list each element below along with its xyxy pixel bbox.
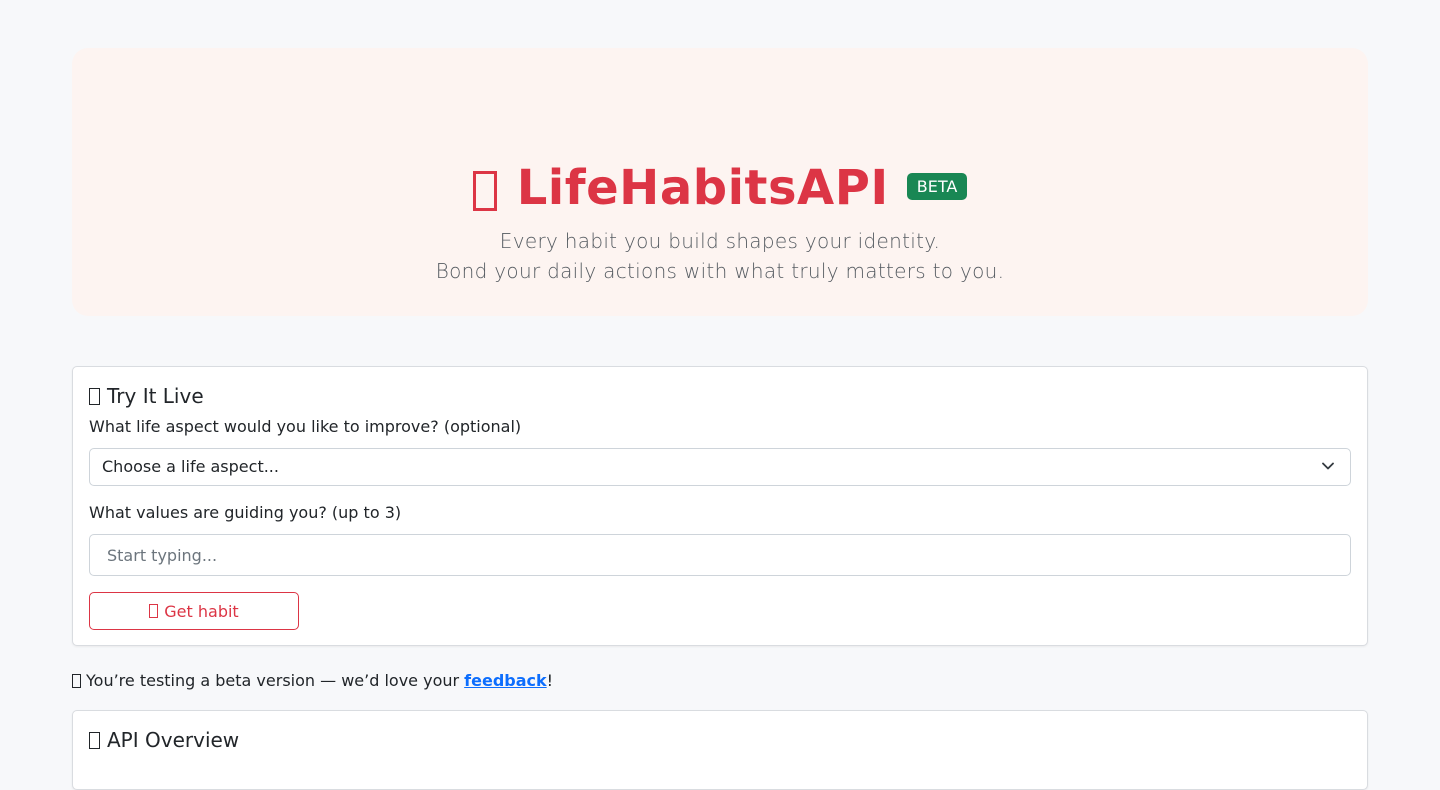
values-label: What values are guiding you? (up to 3) bbox=[89, 503, 402, 522]
glyph-placeholder-icon bbox=[149, 604, 159, 618]
feedback-link[interactable]: feedback bbox=[464, 671, 547, 691]
chevron-down-icon bbox=[1322, 462, 1334, 470]
life-aspect-selected-value: Choose a life aspect... bbox=[102, 457, 279, 476]
beta-feedback-note: You’re testing a beta version — we’d lov… bbox=[72, 671, 553, 691]
try-it-live-card: Try It Live What life aspect would you l… bbox=[72, 366, 1368, 646]
hero-title-row: LifeHabitsAPI BETA bbox=[72, 160, 1368, 216]
life-aspect-label: What life aspect would you like to impro… bbox=[89, 417, 522, 436]
life-aspect-select[interactable]: Choose a life aspect... bbox=[89, 448, 1351, 486]
values-input[interactable] bbox=[89, 534, 1351, 576]
glyph-placeholder-icon bbox=[89, 731, 100, 749]
beta-note-text: You’re testing a beta version — we’d lov… bbox=[86, 671, 460, 690]
hero-banner: LifeHabitsAPI BETA Every habit you build… bbox=[72, 48, 1368, 316]
api-overview-heading: API Overview bbox=[89, 728, 239, 752]
hero-subtitle-line2: Bond your daily actions with what truly … bbox=[435, 259, 1005, 283]
get-habit-button-label: Get habit bbox=[164, 601, 239, 621]
glyph-placeholder-icon bbox=[89, 387, 100, 405]
try-it-live-heading-text: Try It Live bbox=[107, 384, 204, 408]
api-overview-heading-text: API Overview bbox=[107, 728, 240, 752]
glyph-placeholder-icon bbox=[72, 674, 81, 688]
hero-subtitle-line1: Every habit you build shapes your identi… bbox=[499, 229, 941, 253]
get-habit-button[interactable]: Get habit bbox=[89, 592, 299, 630]
app-title: LifeHabitsAPI bbox=[516, 160, 889, 216]
api-overview-card: API Overview bbox=[72, 710, 1368, 790]
glyph-placeholder-icon bbox=[472, 171, 497, 211]
beta-badge: BETA bbox=[906, 172, 968, 200]
beta-note-end: ! bbox=[546, 671, 554, 690]
try-it-live-heading: Try It Live bbox=[89, 384, 204, 408]
